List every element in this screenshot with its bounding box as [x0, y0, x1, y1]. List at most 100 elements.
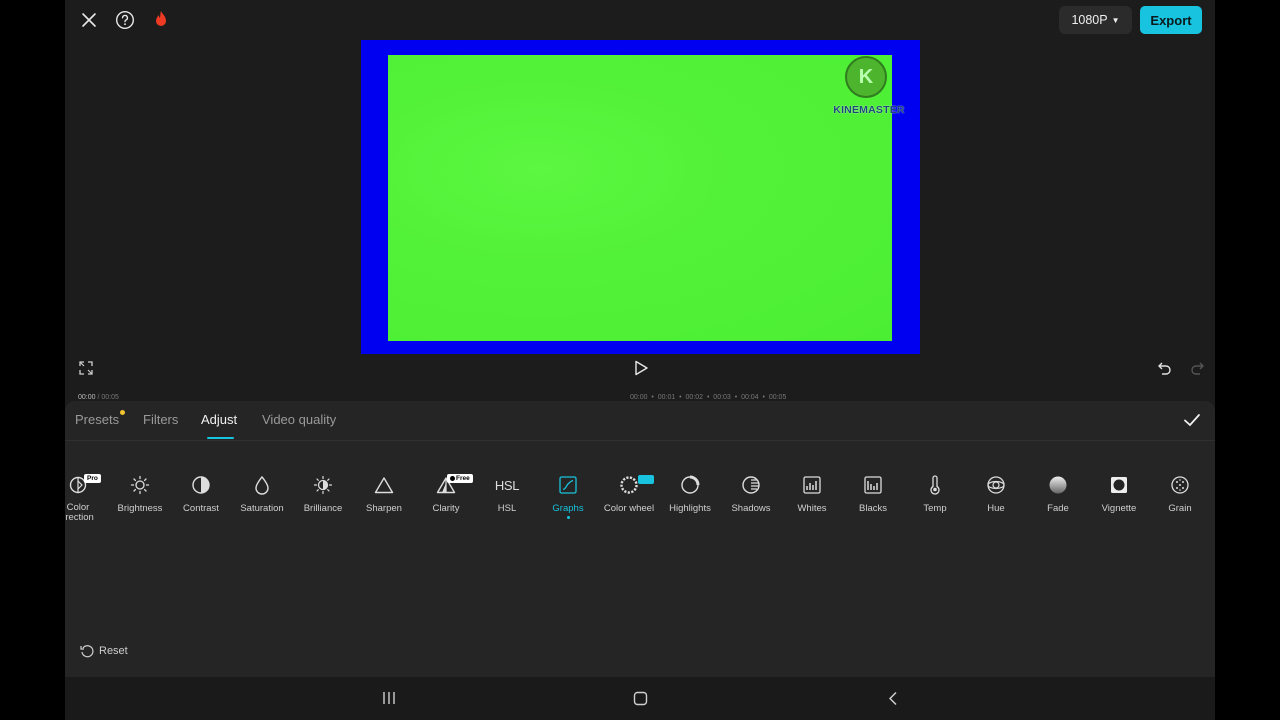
tool-label: Highlights	[669, 503, 711, 514]
tool-shadows[interactable]: Shadows	[720, 474, 782, 514]
tool-sharpen[interactable]: Sharpen	[353, 474, 415, 514]
tool-contrast[interactable]: Contrast	[170, 474, 232, 514]
adjust-panel: Presets Filters Adjust Video quality Pro…	[65, 401, 1215, 677]
triangle-icon	[373, 474, 395, 496]
back-icon[interactable]	[887, 691, 899, 706]
tool-label: Fade	[1047, 503, 1069, 514]
ruler-tick: 00:03	[713, 394, 731, 401]
selected-indicator-dot	[566, 516, 570, 519]
whites-histogram-icon	[801, 474, 823, 496]
new-indicator-dot	[120, 410, 125, 415]
editor-app: 1080P ▼ Export K KINEMASTER 00:00 / 00:0…	[65, 0, 1215, 720]
time-readout: 00:00 / 00:05	[78, 394, 119, 401]
tool-grain[interactable]: Grain	[1149, 474, 1211, 514]
tool-brightness[interactable]: Brightness	[109, 474, 171, 514]
timeline-ruler: 00:00 • 00:01 • 00:02 • 00:03 • 00:04 • …	[630, 394, 787, 401]
tool-whites[interactable]: Whites	[781, 474, 843, 514]
tool-color-correction[interactable]: Pro Color rrection	[65, 474, 109, 523]
tab-presets[interactable]: Presets	[75, 412, 119, 427]
fullscreen-icon[interactable]	[79, 361, 93, 375]
tool-clarity[interactable]: Free Clarity	[415, 474, 477, 514]
tool-label: Temp	[923, 503, 947, 514]
ruler-tick: 00:04	[741, 394, 759, 401]
pro-badge: Pro	[84, 474, 101, 483]
tool-label: Grain	[1168, 503, 1192, 514]
tool-label: Graphs	[552, 503, 584, 514]
tab-video-quality[interactable]: Video quality	[262, 412, 336, 427]
tool-label: Saturation	[240, 503, 284, 514]
free-badge-label: Free	[456, 475, 470, 482]
tool-temp[interactable]: Temp	[904, 474, 966, 514]
tool-label: Color rrection	[65, 502, 94, 523]
tool-blacks[interactable]: Blacks	[842, 474, 904, 514]
recent-apps-icon[interactable]	[381, 691, 397, 705]
blacks-histogram-icon	[862, 474, 884, 496]
help-icon[interactable]	[113, 8, 137, 32]
hue-icon	[985, 474, 1007, 496]
tool-label: HSL	[497, 503, 517, 514]
tool-vignette[interactable]: Vignette	[1088, 474, 1150, 514]
reset-button[interactable]: Reset	[80, 644, 128, 658]
tool-label: Shadows	[731, 503, 771, 514]
tool-label: Hue	[987, 503, 1005, 514]
reset-label: Reset	[99, 645, 128, 657]
redo-icon[interactable]	[1189, 361, 1205, 375]
tool-label: Vignette	[1101, 503, 1137, 514]
caret-down-icon: ▼	[1111, 15, 1120, 25]
shadows-icon	[740, 474, 762, 496]
hsl-icon-text: HSL	[494, 477, 520, 493]
tool-fade[interactable]: Fade	[1027, 474, 1089, 514]
tool-saturation[interactable]: Saturation	[231, 474, 293, 514]
tab-adjust[interactable]: Adjust	[201, 412, 237, 427]
ruler-tick: 00:02	[685, 394, 704, 401]
sun-icon	[129, 474, 151, 496]
color-wheel-icon	[618, 474, 640, 496]
tool-graphs[interactable]: Graphs	[537, 474, 599, 519]
close-icon[interactable]	[77, 8, 101, 32]
ruler-tick: 00:01	[657, 394, 676, 401]
resolution-dropdown[interactable]: 1080P ▼	[1059, 6, 1132, 34]
badge-dot-icon	[450, 475, 455, 481]
tool-color-wheel[interactable]: Color wheel	[598, 474, 660, 514]
video-preview[interactable]: K KINEMASTER	[361, 40, 920, 354]
tool-label: Sharpen	[366, 503, 402, 514]
fade-icon	[1047, 474, 1069, 496]
free-badge: Free	[447, 474, 473, 483]
tool-label: Brilliance	[303, 503, 343, 514]
grain-icon	[1169, 474, 1191, 496]
home-icon[interactable]	[633, 691, 648, 706]
ruler-tick: 00:05	[768, 394, 787, 401]
tool-hsl[interactable]: HSL HSL	[476, 474, 538, 515]
reset-icon	[80, 645, 94, 658]
vip-badge-icon	[638, 475, 654, 484]
fire-icon[interactable]	[149, 8, 173, 32]
droplet-icon	[251, 474, 273, 496]
tool-label: Clarity	[432, 503, 460, 514]
hsl-icon: HSL	[494, 474, 520, 496]
tool-label: Brightness	[117, 503, 163, 514]
ruler-tick: 00:00	[630, 394, 648, 401]
green-screen-content	[388, 55, 892, 341]
export-button[interactable]: Export	[1140, 6, 1202, 34]
confirm-check-icon[interactable]	[1183, 412, 1201, 428]
tab-filters[interactable]: Filters	[143, 412, 178, 427]
resolution-label: 1080P	[1071, 13, 1108, 27]
tool-highlights[interactable]: Highlights	[659, 474, 721, 514]
play-icon[interactable]	[633, 360, 649, 376]
graph-curve-icon	[557, 474, 579, 496]
undo-icon[interactable]	[1157, 361, 1173, 375]
tool-label: Whites	[797, 503, 827, 514]
tool-label: Blacks	[859, 503, 887, 514]
tab-divider	[65, 440, 1215, 441]
tool-hue[interactable]: Hue	[965, 474, 1027, 514]
tool-brilliance[interactable]: Brilliance	[292, 474, 354, 514]
system-navigation-bar	[65, 677, 1215, 720]
tool-label: Contrast	[183, 503, 219, 514]
highlights-icon	[679, 474, 701, 496]
thermometer-icon	[924, 474, 946, 496]
current-time: 00:00	[78, 394, 96, 401]
vignette-icon	[1108, 474, 1130, 496]
active-tab-indicator	[207, 437, 234, 439]
kinemaster-watermark: K KINEMASTER	[829, 56, 909, 118]
total-time: / 00:05	[97, 394, 119, 401]
